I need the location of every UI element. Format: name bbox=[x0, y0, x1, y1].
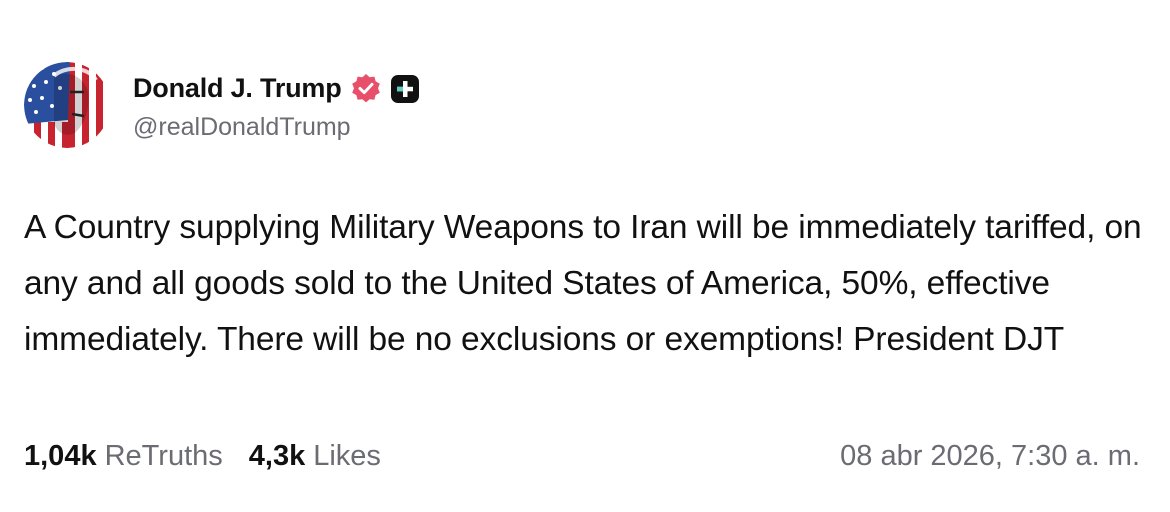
avatar-image bbox=[24, 62, 110, 148]
post-timestamp[interactable]: 08 abr 2026, 7:30 a. m. bbox=[840, 440, 1140, 473]
retruths-count: 1,04k bbox=[24, 440, 97, 472]
author-display-name[interactable]: Donald J. Trump bbox=[133, 73, 342, 104]
truth-post: Donald J. Trump @realDonaldTrump A Count… bbox=[0, 0, 1170, 512]
author-handle[interactable]: @realDonaldTrump bbox=[133, 113, 420, 142]
likes-count: 4,3k bbox=[248, 440, 306, 472]
avatar[interactable] bbox=[24, 62, 110, 148]
likes-stat[interactable]: 4,3k Likes bbox=[249, 440, 381, 473]
plus-badge-icon bbox=[390, 74, 420, 104]
name-row: Donald J. Trump bbox=[133, 69, 420, 109]
author-names: Donald J. Trump @realDonaldTrump bbox=[133, 69, 420, 142]
post-footer: 1,04k ReTruths 4,3k Likes 08 abr 2026, 7:3… bbox=[24, 440, 1140, 473]
post-text: A Country supplying Military Weapons to … bbox=[24, 209, 1142, 358]
post-header: Donald J. Trump @realDonaldTrump bbox=[24, 62, 420, 148]
retruths-stat[interactable]: 1,04k ReTruths bbox=[24, 440, 223, 473]
retruths-label: ReTruths bbox=[104, 440, 223, 472]
likes-label: Likes bbox=[313, 440, 381, 472]
verified-badge-icon bbox=[350, 73, 382, 105]
